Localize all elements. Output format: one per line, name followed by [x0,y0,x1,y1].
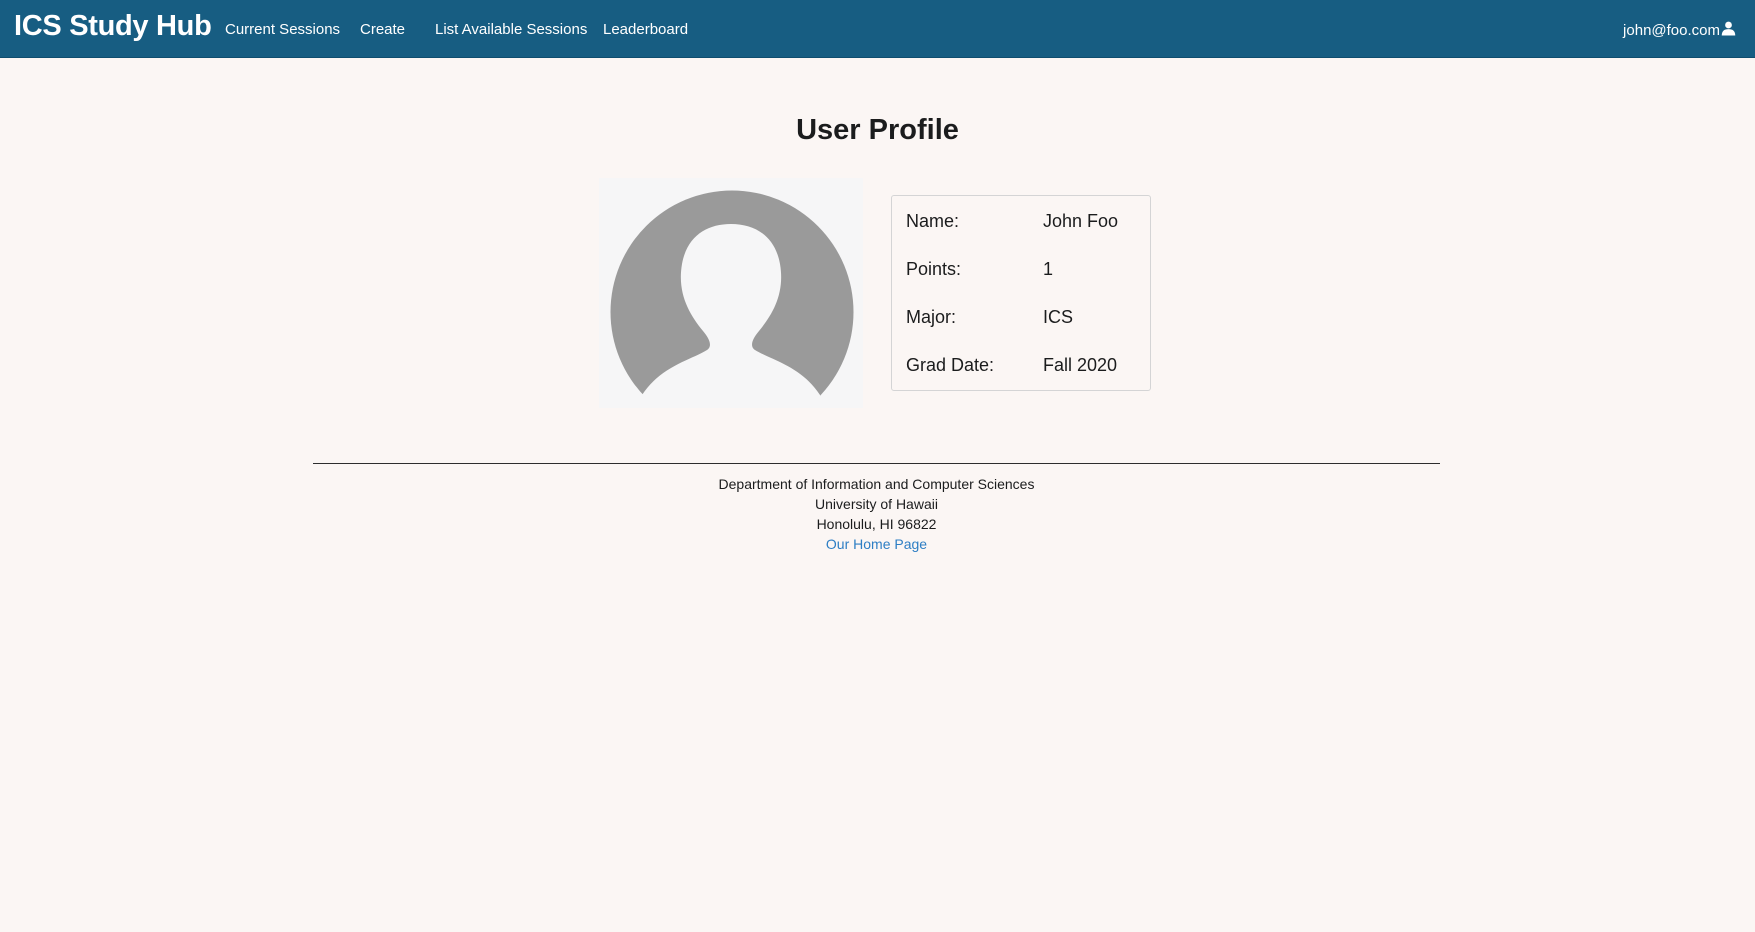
home-page-link[interactable]: Our Home Page [826,536,927,552]
profile-info-card: Name: John Foo Points: 1 Major: ICS Grad… [891,195,1151,391]
points-value: 1 [1043,259,1054,279]
name-value: John Foo [1043,211,1119,231]
nav-current-sessions[interactable]: Current Sessions [225,21,340,38]
name-label: Name: [906,211,960,231]
user-menu-dropdown[interactable]: john@foo.com [1623,21,1736,40]
grad-date-value: Fall 2020 [1043,355,1118,375]
nav-list-available-sessions[interactable]: List Available Sessions [435,21,587,38]
nav-create[interactable]: Create [360,21,405,38]
footer-address: Department of Information and Computer S… [313,474,1440,554]
top-navbar: ICS Study Hub Current Sessions Create Li… [0,0,1755,58]
points-label: Points: [906,259,962,279]
brand-logo-text[interactable]: ICS Study Hub [14,10,212,43]
footer: Department of Information and Computer S… [313,463,1440,552]
user-icon [1720,21,1736,40]
user-email: john@foo.com [1623,22,1720,39]
nav-leaderboard[interactable]: Leaderboard [603,21,688,38]
default-avatar-icon [599,178,863,408]
grad-date-label: Grad Date: [906,355,995,375]
major-label: Major: [906,307,957,327]
page-title: User Profile [796,114,959,146]
profile-avatar [599,178,863,408]
footer-university: University of Hawaii [815,496,938,512]
major-value: ICS [1043,307,1074,327]
footer-city: Honolulu, HI 96822 [816,516,937,532]
footer-department: Department of Information and Computer S… [718,476,1035,492]
